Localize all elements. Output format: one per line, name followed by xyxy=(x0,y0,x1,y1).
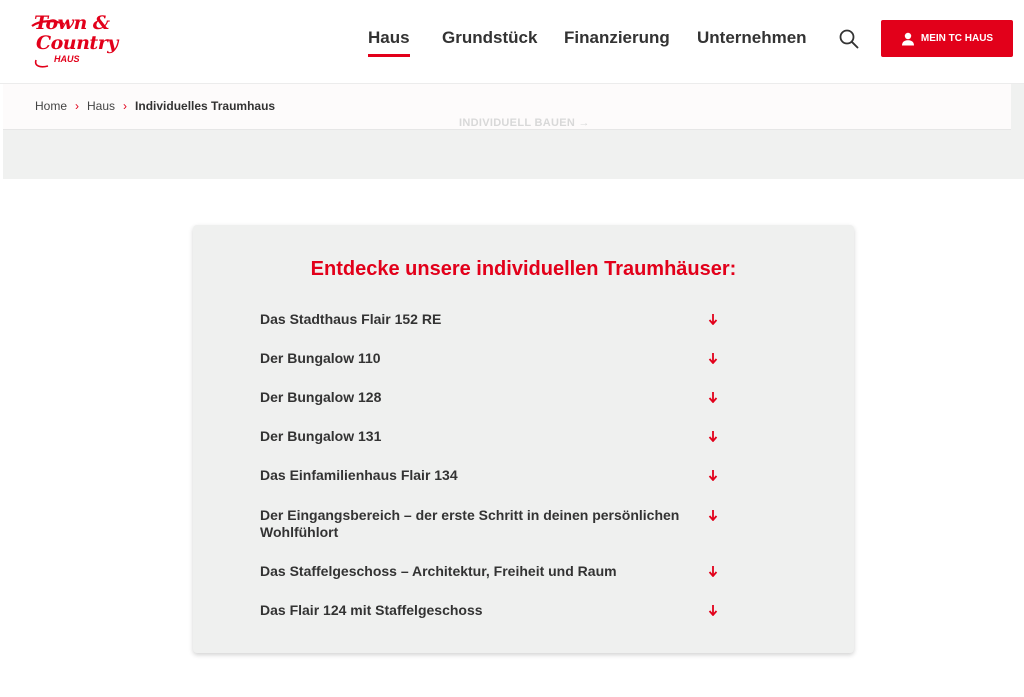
arrow-down-icon xyxy=(708,566,718,577)
arrow-down-icon xyxy=(708,470,718,481)
nav-item-haus[interactable]: Haus xyxy=(368,28,410,57)
breadcrumb-haus[interactable]: Haus xyxy=(87,99,115,113)
toc-item-label: Das Staffelgeschoss – Architektur, Freih… xyxy=(260,563,617,579)
toc-item-label: Der Bungalow 110 xyxy=(260,350,381,366)
search-icon[interactable] xyxy=(838,28,860,50)
user-icon xyxy=(901,32,914,45)
toc-item-einfamilienhaus-flair-134[interactable]: Das Einfamilienhaus Flair 134 xyxy=(260,467,730,484)
toc-item-flair-124-staffelgeschoss[interactable]: Das Flair 124 mit Staffelgeschoss xyxy=(260,602,730,619)
chevron-right-icon: › xyxy=(123,99,128,113)
traumhaus-toc-card: Entdecke unsere individuellen Traumhäuse… xyxy=(193,225,854,653)
logo-text-town: Town & xyxy=(34,12,110,34)
logo-text-country: Country xyxy=(36,32,118,54)
card-title: Entdecke unsere individuellen Traumhäuse… xyxy=(310,258,737,280)
mein-tc-haus-label: MEIN TC HAUS xyxy=(920,33,994,44)
toc-item-label: Das Stadthaus Flair 152 RE xyxy=(260,311,442,327)
arrow-down-icon xyxy=(708,314,718,325)
arrow-down-icon xyxy=(708,510,718,521)
site-header: Town & Country HAUS Haus Grundstück Fina… xyxy=(0,0,1024,84)
nav-item-grundstueck[interactable]: Grundstück xyxy=(442,28,537,48)
breadcrumb: Home › Haus › Individuelles Traumhaus xyxy=(35,99,275,113)
logo-text-haus: HAUS xyxy=(54,54,80,64)
chevron-right-icon: › xyxy=(75,99,80,113)
arrow-down-icon xyxy=(708,392,718,403)
toc-item-label: Der Bungalow 128 xyxy=(260,389,382,405)
toc-item-bungalow-128[interactable]: Der Bungalow 128 xyxy=(260,389,730,406)
toc-item-stadthaus-flair-152-re[interactable]: Das Stadthaus Flair 152 RE xyxy=(260,311,730,328)
toc-item-eingangsbereich[interactable]: Der Eingangsbereich – der erste Schritt … xyxy=(260,507,730,541)
nav-item-unternehmen[interactable]: Unternehmen xyxy=(697,28,807,48)
toc-item-bungalow-131[interactable]: Der Bungalow 131 xyxy=(260,428,730,445)
arrow-down-icon xyxy=(708,353,718,364)
toc-item-bungalow-110[interactable]: Der Bungalow 110 xyxy=(260,350,730,367)
arrow-down-icon xyxy=(708,431,718,442)
breadcrumb-home[interactable]: Home xyxy=(35,99,67,113)
nav-item-finanzierung[interactable]: Finanzierung xyxy=(564,28,670,48)
toc-item-staffelgeschoss[interactable]: Das Staffelgeschoss – Architektur, Freih… xyxy=(260,563,730,580)
toc-item-label: Der Bungalow 131 xyxy=(260,428,382,444)
breadcrumb-current: Individuelles Traumhaus xyxy=(135,99,276,113)
arrow-down-icon xyxy=(708,605,718,616)
town-country-logo[interactable]: Town & Country HAUS xyxy=(30,12,118,68)
toc-item-label: Der Eingangsbereich – der erste Schritt … xyxy=(260,507,680,540)
mein-tc-haus-button[interactable]: MEIN TC HAUS xyxy=(881,20,1013,57)
toc-item-label: Das Flair 124 mit Staffelgeschoss xyxy=(260,602,483,618)
ghost-link-individuell-bauen[interactable]: INDIVIDUELL BAUEN → xyxy=(459,117,590,129)
toc-item-label: Das Einfamilienhaus Flair 134 xyxy=(260,467,458,483)
